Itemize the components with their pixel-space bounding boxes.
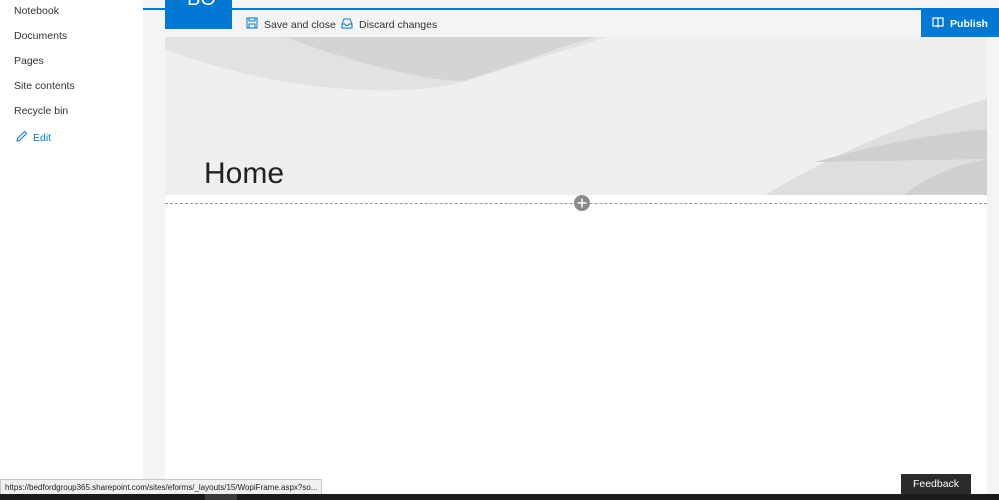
- save-icon: [246, 17, 258, 32]
- nav-item-site-contents[interactable]: Site contents: [14, 80, 75, 92]
- save-and-close-label: Save and close: [264, 18, 336, 31]
- publish-label: Publish: [950, 17, 988, 30]
- hero-background-swoosh: [165, 37, 987, 195]
- page-title: Home: [204, 157, 285, 190]
- left-navigation: Notebook Documents Pages Site contents R…: [0, 0, 143, 500]
- save-and-close-button[interactable]: Save and close: [246, 17, 336, 32]
- nav-item-documents[interactable]: Documents: [14, 30, 67, 42]
- nav-item-recycle-bin[interactable]: Recycle bin: [14, 105, 68, 117]
- discard-changes-button[interactable]: Discard changes: [341, 17, 437, 32]
- site-logo[interactable]: BO: [165, 0, 232, 29]
- site-logo-text: BO: [187, 0, 216, 11]
- title-region[interactable]: Home: [165, 37, 987, 195]
- taskbar-active-item: [205, 494, 237, 500]
- nav-item-notebook[interactable]: Notebook: [14, 5, 59, 17]
- pencil-icon: [16, 130, 28, 145]
- nav-item-pages[interactable]: Pages: [14, 55, 44, 67]
- add-section-button[interactable]: [574, 195, 590, 211]
- discard-icon: [341, 17, 353, 32]
- plus-icon: [577, 198, 587, 208]
- publish-button[interactable]: Publish: [921, 10, 999, 37]
- page-canvas: Home: [165, 37, 987, 500]
- discard-changes-label: Discard changes: [359, 18, 438, 31]
- nav-edit-link[interactable]: Edit: [16, 130, 51, 145]
- taskbar: [0, 494, 999, 500]
- feedback-button[interactable]: Feedback: [901, 474, 971, 494]
- edit-label: Edit: [33, 131, 52, 144]
- publish-icon: [932, 16, 944, 31]
